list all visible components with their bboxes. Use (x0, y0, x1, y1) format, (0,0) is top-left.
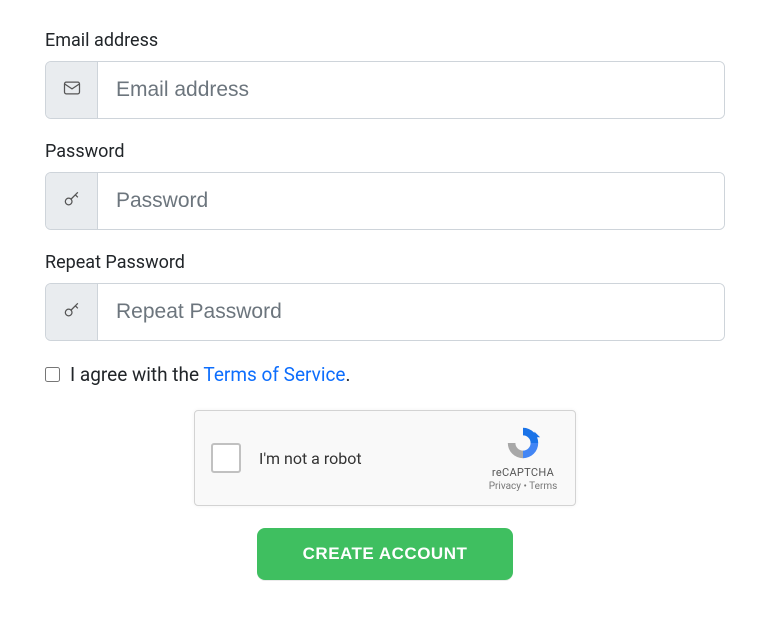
recaptcha-logo-icon (504, 424, 542, 462)
terms-suffix: . (345, 363, 350, 386)
password-input-row (45, 172, 725, 230)
terms-row: I agree with the Terms of Service. (45, 363, 725, 386)
recaptcha-brand: reCAPTCHA (483, 466, 563, 479)
recaptcha-right: reCAPTCHA Privacy • Terms (483, 424, 563, 492)
repeat-password-addon (46, 284, 98, 340)
terms-text: I agree with the Terms of Service. (70, 363, 351, 386)
recaptcha-label: I'm not a robot (259, 449, 483, 468)
email-group: Email address (45, 30, 725, 119)
password-group: Password (45, 141, 725, 230)
submit-wrap: CREATE ACCOUNT (45, 528, 725, 580)
recaptcha-box: I'm not a robot reCAPTCHA Privacy • Term… (194, 410, 576, 506)
terms-prefix: I agree with the (70, 363, 203, 386)
email-addon (46, 62, 98, 118)
repeat-password-label: Repeat Password (45, 252, 725, 273)
recaptcha-links[interactable]: Privacy • Terms (483, 481, 563, 492)
recaptcha-wrap: I'm not a robot reCAPTCHA Privacy • Term… (45, 410, 725, 506)
email-label: Email address (45, 30, 725, 51)
envelope-icon (62, 78, 82, 102)
repeat-password-input-row (45, 283, 725, 341)
password-input[interactable] (98, 173, 724, 229)
repeat-password-group: Repeat Password (45, 252, 725, 341)
password-label: Password (45, 141, 725, 162)
create-account-button[interactable]: CREATE ACCOUNT (257, 528, 514, 580)
recaptcha-checkbox[interactable] (211, 443, 241, 473)
terms-link[interactable]: Terms of Service (203, 363, 345, 386)
terms-checkbox[interactable] (45, 367, 60, 382)
signup-form: Email address Password Repeat Password (45, 30, 725, 580)
repeat-password-input[interactable] (98, 284, 724, 340)
key-icon (62, 300, 82, 324)
password-addon (46, 173, 98, 229)
email-input[interactable] (98, 62, 724, 118)
key-icon (62, 189, 82, 213)
email-input-row (45, 61, 725, 119)
